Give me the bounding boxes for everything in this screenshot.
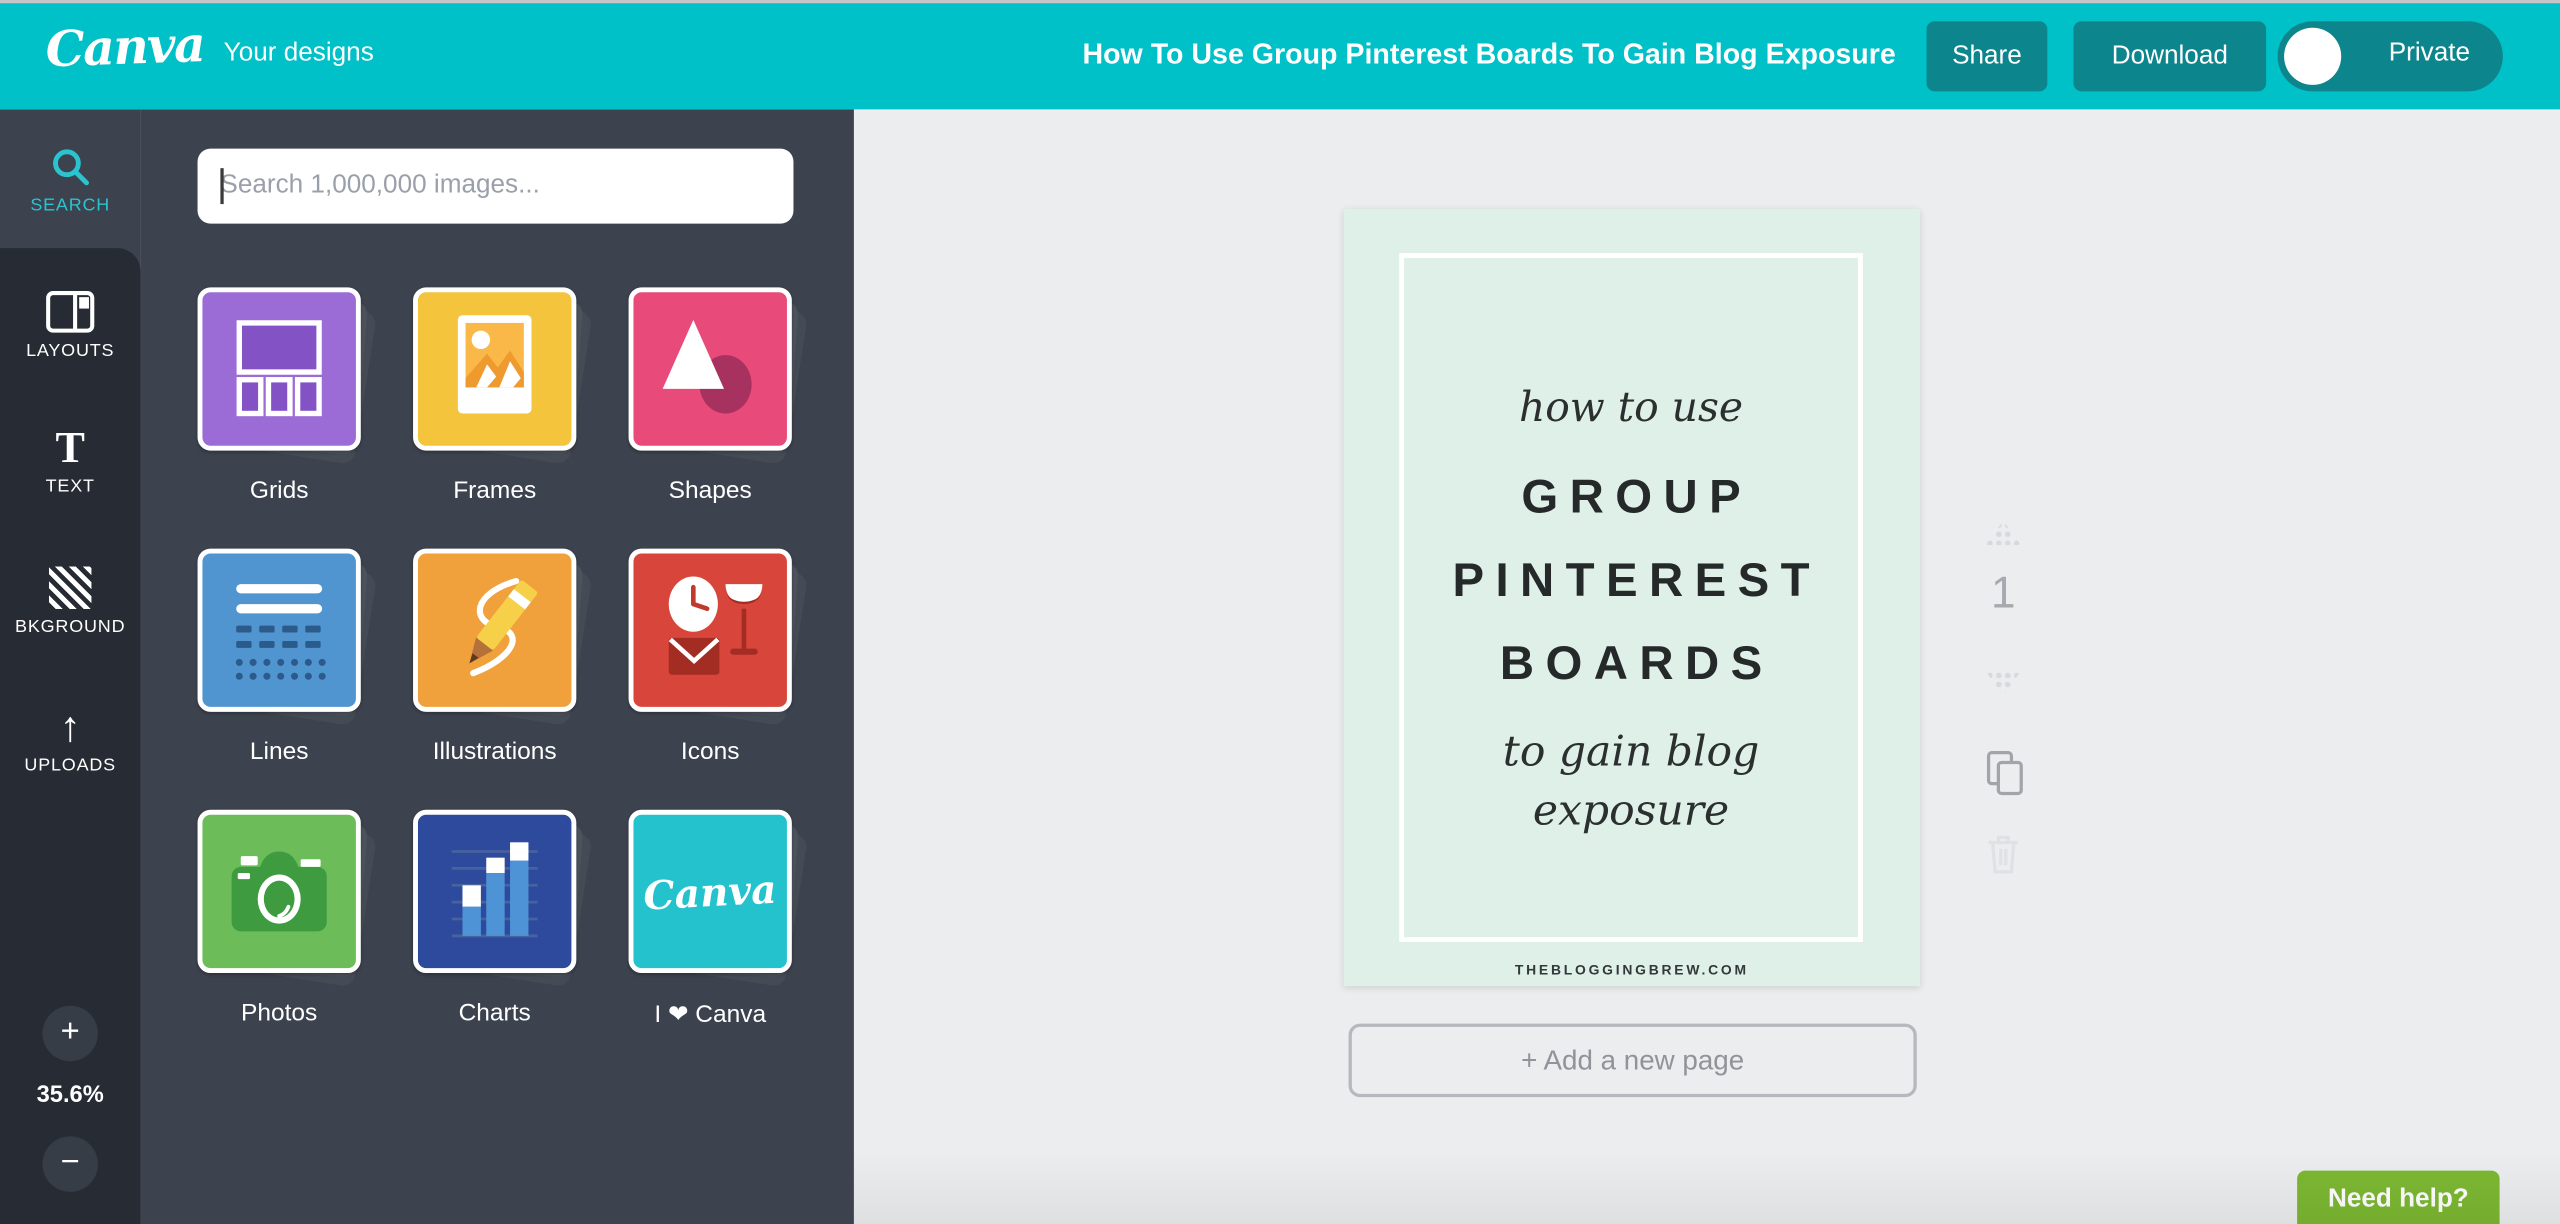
icons-tile[interactable] [629,549,792,712]
tile-cell-grids: Grids [198,287,361,548]
frames-icon [418,292,571,445]
duplicate-page-icon [1981,748,2025,799]
sidebar-item-label: TEXT [0,477,140,497]
sidebar-item-layouts[interactable]: LAYOUTS [0,289,140,361]
lines-tile[interactable] [198,549,361,712]
icons-icon [633,553,786,706]
i-heart-canva-tile[interactable]: Canva [629,810,792,973]
tile-cell-lines: Lines [198,549,361,810]
search-input-wrap [198,149,794,224]
tile-cell-i-heart-canva: Canva I ❤ Canva [629,810,792,1071]
tile-cell-shapes: Shapes [629,287,792,548]
page-number: 1 [1967,568,2039,619]
search-icon [0,144,140,190]
move-page-down-button[interactable] [1985,671,2021,695]
tile-cell-illustrations: Illustrations [413,549,576,810]
shapes-icon [633,292,786,445]
download-button[interactable]: Download [2073,21,2266,91]
tile-label: Icons [629,738,792,766]
sidebar-item-label: LAYOUTS [0,341,140,361]
toggle-knob[interactable] [2284,28,2341,85]
tile-label: Frames [413,477,576,505]
illustrations-icon [418,553,571,706]
tile-cell-charts: Charts [413,810,576,1071]
zoom-out-button[interactable]: − [42,1136,98,1192]
document-title[interactable]: How To Use Group Pinterest Boards To Gai… [1082,38,1898,72]
top-bar: Canva Your designs How To Use Group Pint… [0,0,2560,109]
upload-arrow-icon: ↑ [0,704,140,750]
sidebar-item-text[interactable]: T TEXT [0,424,140,496]
frames-tile[interactable] [413,287,576,450]
asset-tile-grid: Grids Frames [198,287,792,1071]
design-page[interactable]: how to use GROUP PINTEREST BOARDS to gai… [1344,209,1920,986]
design-text: how to use [1519,380,1743,434]
sidebar-item-label: BKGROUND [0,617,140,637]
search-panel: Grids Frames [140,109,853,1224]
photos-tile[interactable] [198,810,361,973]
tile-label: Charts [413,999,576,1027]
your-designs-link[interactable]: Your designs [224,39,374,68]
canva-logo[interactable]: Canva [45,17,205,80]
share-button[interactable]: Share [1927,21,2048,91]
design-headline: GROUP PINTEREST BOARDS [1452,457,1809,707]
tile-cell-photos: Photos [198,810,361,1071]
tile-label: I ❤ Canva [629,999,792,1028]
text-cursor [220,168,222,204]
layouts-icon [0,289,140,335]
duplicate-page-button[interactable] [1967,748,2039,807]
delete-page-button[interactable] [1967,833,2039,884]
background-stripes-icon [0,565,140,611]
sidebar-item-uploads[interactable]: ↑ UPLOADS [0,704,140,776]
canvas-area: how to use GROUP PINTEREST BOARDS to gai… [854,109,2560,1224]
charts-icon [418,815,571,968]
design-text: PINTEREST [1452,540,1821,623]
grids-icon [202,292,355,445]
sidebar-item-label: UPLOADS [0,756,140,776]
design-text: to gain blogexposure [1503,723,1759,841]
search-input[interactable] [198,149,794,224]
tile-label: Grids [198,477,361,505]
tile-label: Photos [198,999,361,1027]
sidebar-rail: SEARCH LAYOUTS T TEXT BKGROUND ↑ UPLOADS [0,109,140,1224]
privacy-toggle[interactable]: Private [2278,21,2503,91]
zoom-level: 35.6% [0,1082,140,1108]
window-top-edge [0,0,2560,3]
zoom-in-button[interactable]: + [42,1006,98,1062]
lines-icon [202,553,355,706]
sidebar-item-search[interactable]: SEARCH [0,144,140,216]
photos-icon [202,815,355,968]
move-page-up-button[interactable] [1985,521,2021,545]
tile-label: Lines [198,738,361,766]
design-text: BOARDS [1452,624,1821,707]
tile-label: Shapes [629,477,792,505]
illustrations-tile[interactable] [413,549,576,712]
page-controls: 1 [1967,521,2039,883]
privacy-label: Private [2372,39,2486,68]
tile-cell-frames: Frames [413,287,576,548]
design-text: GROUP [1452,457,1821,540]
canva-script-icon: Canva [642,864,778,918]
design-frame: how to use GROUP PINTEREST BOARDS to gai… [1399,253,1863,942]
need-help-button[interactable]: Need help? [2297,1171,2499,1224]
add-page-button[interactable]: + Add a new page [1349,1024,1917,1097]
grids-tile[interactable] [198,287,361,450]
sidebar-item-label: SEARCH [0,196,140,216]
tile-label: Illustrations [413,738,576,766]
shapes-tile[interactable] [629,287,792,450]
charts-tile[interactable] [413,810,576,973]
text-icon: T [0,424,140,470]
sidebar-item-bkground[interactable]: BKGROUND [0,565,140,637]
canva-editor: Canva Your designs How To Use Group Pint… [0,0,2560,1224]
tile-cell-icons: Icons [629,549,792,810]
trash-icon [1985,833,2021,875]
design-footer-url: THEBLOGGINGBREW.COM [1344,962,1920,978]
